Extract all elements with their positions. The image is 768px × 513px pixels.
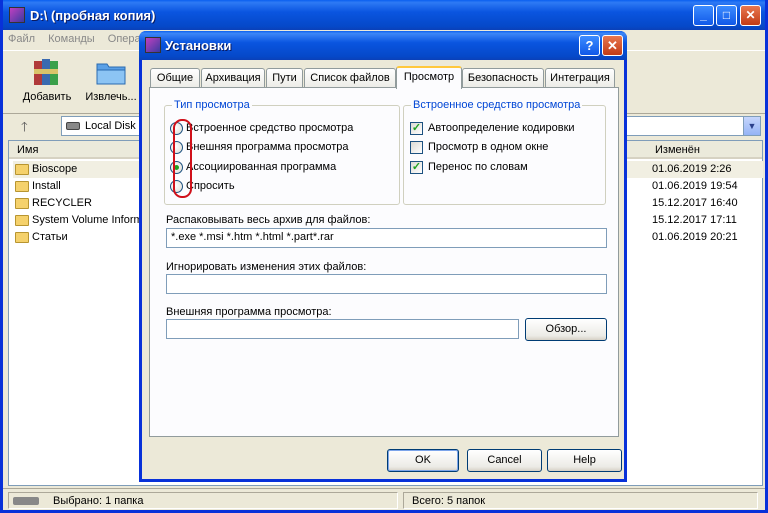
checkbox-label: Перенос по словам: [428, 161, 528, 173]
checkbox-label: Просмотр в одном окне: [428, 141, 549, 153]
drive-key-icon: [13, 497, 39, 505]
external-viewer-label: Внешняя программа просмотра:: [166, 306, 332, 318]
browse-button[interactable]: Обзор...: [525, 318, 607, 341]
ignore-label: Игнорировать изменения этих файлов:: [166, 261, 367, 273]
tab-file-list[interactable]: Список файлов: [304, 68, 396, 88]
file-modified: 01.06.2019 20:21: [652, 231, 738, 243]
file-modified: 01.06.2019 19:54: [652, 180, 738, 192]
help-title-button[interactable]: ?: [579, 35, 600, 56]
extract-button[interactable]: Извлечь...: [79, 55, 143, 111]
file-name: System Volume Informa: [32, 214, 149, 226]
cancel-button[interactable]: Cancel: [467, 449, 542, 472]
status-left-panel: Выбрано: 1 папка: [8, 492, 398, 509]
radio-label: Спросить: [186, 180, 235, 192]
column-name-header[interactable]: Имя: [17, 144, 38, 156]
external-viewer-input[interactable]: [166, 319, 519, 339]
checkbox-box-checked[interactable]: ✓: [410, 161, 423, 174]
dialog-title: Установки: [165, 38, 232, 53]
menu-commands[interactable]: Команды: [43, 30, 100, 48]
tab-paths[interactable]: Пути: [266, 68, 303, 88]
file-name: Bioscope: [32, 163, 78, 175]
file-modified: 15.12.2017 16:40: [652, 197, 738, 209]
folder-icon: [15, 198, 29, 209]
tab-security[interactable]: Безопасность: [462, 68, 544, 88]
builtin-viewer-group: Встроенное средство просмотра: [403, 99, 606, 205]
tab-integration[interactable]: Интеграция: [545, 68, 615, 88]
builtin-viewer-title: Встроенное средство просмотра: [411, 99, 583, 111]
column-modified-header[interactable]: Изменён: [655, 144, 700, 156]
file-modified: 15.12.2017 17:11: [652, 214, 737, 226]
disk-drive-icon: [66, 122, 80, 130]
maximize-button[interactable]: □: [716, 5, 737, 26]
dialog-title-bar[interactable]: Установки ? ✕: [139, 31, 627, 60]
unpack-input[interactable]: *.exe *.msi *.htm *.html *.part*.rar: [166, 228, 607, 248]
winrar-books-icon: [30, 55, 64, 89]
radio-label: Ассоциированная программа: [186, 161, 337, 173]
minimize-button[interactable]: _: [693, 5, 714, 26]
red-highlight-annotation: [173, 119, 192, 198]
unpack-label: Распаковывать весь архив для файлов:: [166, 214, 371, 226]
main-window-title: D:\ (пробная копия): [30, 8, 156, 23]
settings-dialog: Установки ? ✕ Общие Архивация Пути Списо…: [139, 31, 627, 482]
tab-archiving[interactable]: Архивация: [201, 68, 265, 88]
file-modified: 01.06.2019 2:26: [652, 163, 732, 175]
close-main-button[interactable]: ✕: [740, 5, 761, 26]
close-dialog-button[interactable]: ✕: [602, 35, 623, 56]
chevron-down-icon[interactable]: ▼: [743, 117, 760, 135]
winrar-app-icon: [145, 37, 161, 53]
folder-icon: [15, 164, 29, 175]
ok-button[interactable]: OK: [387, 449, 459, 472]
checkbox-box-checked[interactable]: ✓: [410, 122, 423, 135]
help-button[interactable]: Help: [547, 449, 622, 472]
file-name: RECYCLER: [32, 197, 92, 209]
file-name: Статьи: [32, 231, 68, 243]
status-total: Всего: 5 папок: [412, 495, 486, 507]
folder-icon: [15, 232, 29, 243]
view-type-title: Тип просмотра: [172, 99, 252, 111]
add-button-label: Добавить: [22, 91, 72, 103]
extract-button-label: Извлечь...: [85, 91, 137, 103]
checkbox-box[interactable]: [410, 141, 423, 154]
viewer-tab-page: Тип просмотра Встроенное средство просмо…: [149, 87, 619, 437]
status-selected: Выбрано: 1 папка: [53, 495, 144, 507]
folder-icon: [15, 215, 29, 226]
tab-general[interactable]: Общие: [150, 68, 200, 88]
extract-folder-icon: [94, 55, 128, 89]
status-bar: Выбрано: 1 папка Всего: 5 папок: [3, 488, 765, 510]
main-title-bar[interactable]: D:\ (пробная копия) _ □ ✕: [3, 0, 765, 30]
status-right-panel: Всего: 5 папок: [403, 492, 758, 509]
menu-file[interactable]: Файл: [3, 30, 40, 48]
winrar-app-icon: [9, 7, 25, 23]
up-arrow-icon[interactable]: 🡑: [21, 118, 28, 140]
add-button[interactable]: Добавить: [15, 55, 79, 111]
file-name: Install: [32, 180, 61, 192]
folder-icon: [15, 181, 29, 192]
ignore-input[interactable]: [166, 274, 607, 294]
radio-label: Встроенное средство просмотра: [186, 122, 354, 134]
checkbox-label: Автоопределение кодировки: [428, 122, 575, 134]
radio-label: Внешняя программа просмотра: [186, 141, 349, 153]
tab-viewer[interactable]: Просмотр: [396, 66, 462, 89]
